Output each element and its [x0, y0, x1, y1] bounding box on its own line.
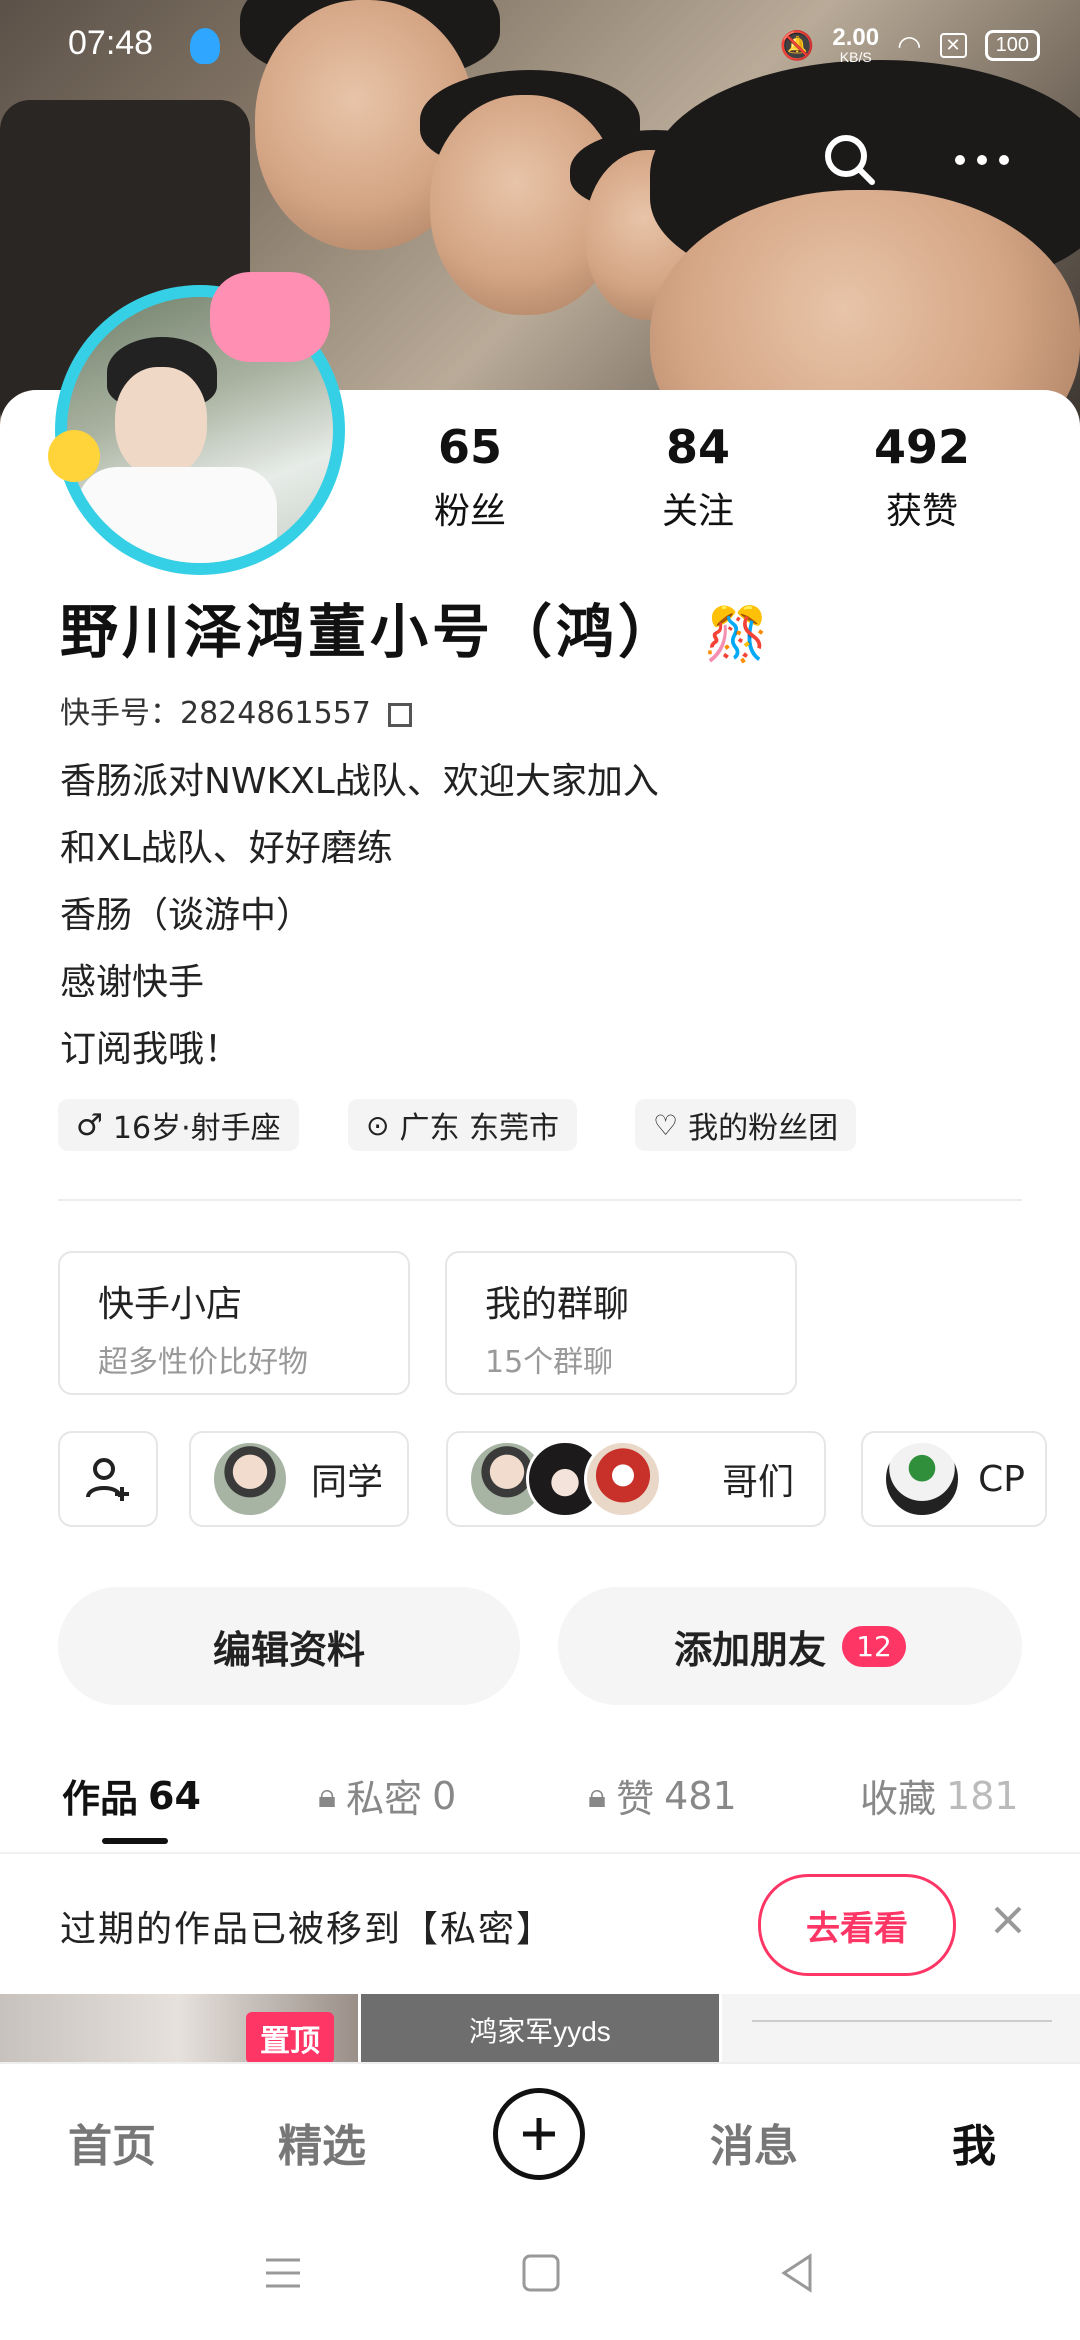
tab-private-count: 0: [432, 1773, 457, 1818]
shop-title: 快手小店: [98, 1284, 243, 1325]
tab-likes-label: 赞: [616, 1777, 655, 1821]
bio-line: 香肠派对NWKXL战队、欢迎大家加入: [60, 761, 659, 802]
nav-featured[interactable]: 精选: [278, 2110, 366, 2174]
add-friend-group-button[interactable]: [58, 1431, 158, 1527]
profile-nickname: 野川泽鸿董小号（鸿） 🎊: [60, 585, 773, 669]
tab-works-label: 作品: [62, 1777, 139, 1821]
tab-private-label: 私密: [346, 1777, 423, 1821]
tab-favorites-label: 收藏: [860, 1777, 937, 1821]
stat-following-value: 84: [665, 420, 730, 474]
go-see-button[interactable]: 去看看: [758, 1874, 956, 1976]
network-speed: 2.00: [832, 24, 880, 51]
group-chat-title: 我的群聊: [485, 1284, 630, 1325]
tab-works[interactable]: 作品 64: [62, 1768, 201, 1823]
active-tab-indicator: [102, 1838, 168, 1844]
friend-group-classmates[interactable]: 同学: [189, 1431, 409, 1527]
create-post-button[interactable]: [493, 2088, 585, 2180]
friend-avatar: [211, 1440, 289, 1518]
close-notice-icon[interactable]: [988, 1900, 1028, 1940]
friend-avatar: [584, 1440, 662, 1518]
wifi-icon: ◠: [897, 29, 922, 61]
male-icon: ♂: [76, 1107, 103, 1143]
more-options-icon[interactable]: [950, 128, 1014, 192]
tag-fan-group[interactable]: ♡ 我的粉丝团: [635, 1099, 857, 1151]
work-thumbnail[interactable]: 置顶: [0, 1994, 358, 2062]
sim-icon: ✕: [939, 32, 967, 58]
avatar-pendant-decoration: [210, 272, 330, 362]
brothers-label: 哥们: [721, 1462, 794, 1503]
nav-messages[interactable]: 消息: [710, 2110, 798, 2174]
tab-favorites[interactable]: 收藏 181: [860, 1768, 1019, 1823]
bio-line: 感谢快手: [60, 962, 205, 1003]
edit-profile-label: 编辑资料: [212, 1627, 365, 1672]
status-bar: 07:48 🔕 2.00 KB/S ◠ ✕ 100: [0, 0, 1080, 95]
nav-home[interactable]: 首页: [68, 2110, 156, 2174]
bio-line: 订阅我哦！: [60, 1029, 241, 1070]
nav-me[interactable]: 我: [952, 2110, 996, 2174]
battery-indicator: 100: [984, 29, 1040, 61]
group-chat-subtitle: 15个群聊: [485, 1345, 614, 1380]
avatar-flower-decoration: [48, 430, 100, 482]
home-icon[interactable]: [520, 2252, 562, 2298]
notice-text: 过期的作品已被移到【私密】: [60, 1909, 555, 1950]
tab-likes[interactable]: 🔒︎ 赞 481: [588, 1768, 737, 1823]
cp-label: CP: [978, 1458, 1025, 1500]
shop-subtitle: 超多性价比好物: [98, 1345, 308, 1380]
search-icon[interactable]: [818, 128, 882, 192]
kuaishou-id-text: 快手号：2824861557: [60, 696, 371, 731]
stat-followers[interactable]: 65 粉丝: [395, 420, 545, 534]
pinned-label: 置顶: [246, 2012, 334, 2062]
plus-icon: [523, 2118, 555, 2150]
tab-favorites-count: 181: [946, 1773, 1019, 1818]
add-person-icon: [86, 1458, 129, 1501]
tag-age-text: 16岁·射手座: [112, 1111, 281, 1146]
location-pin-icon: ⊙: [366, 1108, 390, 1142]
add-friend-label: 添加朋友: [674, 1627, 827, 1672]
tab-likes-count: 481: [664, 1773, 737, 1818]
stat-likes[interactable]: 492 获赞: [847, 420, 997, 534]
kuaishou-id[interactable]: 快手号：2824861557: [60, 688, 413, 732]
friend-avatar: [883, 1440, 961, 1518]
group-chat-entry[interactable]: 我的群聊 15个群聊: [445, 1251, 797, 1395]
tab-private[interactable]: 🔒︎ 私密 0: [318, 1768, 456, 1823]
tag-age-zodiac: ♂ 16岁·射手座: [58, 1099, 299, 1151]
qr-code-icon[interactable]: [388, 702, 413, 727]
add-friend-button[interactable]: 添加朋友 12: [558, 1587, 1022, 1705]
network-speed-unit: KB/S: [839, 49, 872, 65]
recent-apps-icon[interactable]: [262, 2252, 304, 2298]
lock-icon: 🔒︎: [318, 1775, 337, 1816]
kuaishou-shop-entry[interactable]: 快手小店 超多性价比好物: [58, 1251, 410, 1395]
thumbnail-caption: 鸿家军yyds: [469, 2016, 611, 2047]
lock-icon: 🔒︎: [588, 1775, 607, 1816]
stat-following[interactable]: 84 关注: [623, 420, 773, 534]
tag-location: ⊙ 广东 东莞市: [348, 1099, 578, 1151]
stat-likes-label: 获赞: [885, 491, 958, 532]
tab-works-count: 64: [148, 1773, 201, 1818]
stat-followers-label: 粉丝: [433, 491, 506, 532]
mute-icon: 🔕: [779, 29, 815, 61]
tag-fan-group-text: 我的粉丝团: [688, 1111, 839, 1146]
stat-followers-value: 65: [437, 420, 502, 474]
work-thumbnail[interactable]: 鸿家军yyds: [361, 1994, 719, 2062]
profile-bio: 香肠派对NWKXL战队、欢迎大家加入 和XL战队、好好磨练 香肠（谈游中） 感谢…: [60, 748, 659, 1083]
friend-group-brothers[interactable]: 哥们: [446, 1431, 826, 1527]
tag-location-text: 广东 东莞市: [399, 1111, 560, 1146]
heart-icon: ♡: [653, 1108, 679, 1142]
back-icon[interactable]: [776, 2252, 818, 2298]
bio-line: 和XL战队、好好磨练: [60, 828, 393, 869]
classmates-label: 同学: [311, 1462, 384, 1503]
work-thumbnail[interactable]: [722, 1994, 1080, 2062]
add-friend-badge: 12: [842, 1625, 906, 1667]
nickname-text: 野川泽鸿董小号（鸿）: [60, 598, 681, 666]
friend-group-cp[interactable]: CP: [861, 1431, 1047, 1527]
stat-following-label: 关注: [661, 491, 734, 532]
qq-icon: [190, 28, 220, 64]
status-time: 07:48: [68, 24, 154, 62]
section-divider: [58, 1199, 1022, 1201]
stat-likes-value: 492: [873, 420, 971, 474]
edit-profile-button[interactable]: 编辑资料: [58, 1587, 520, 1705]
bio-line: 香肠（谈游中）: [60, 895, 313, 936]
party-popper-icon: 🎊: [704, 605, 773, 665]
